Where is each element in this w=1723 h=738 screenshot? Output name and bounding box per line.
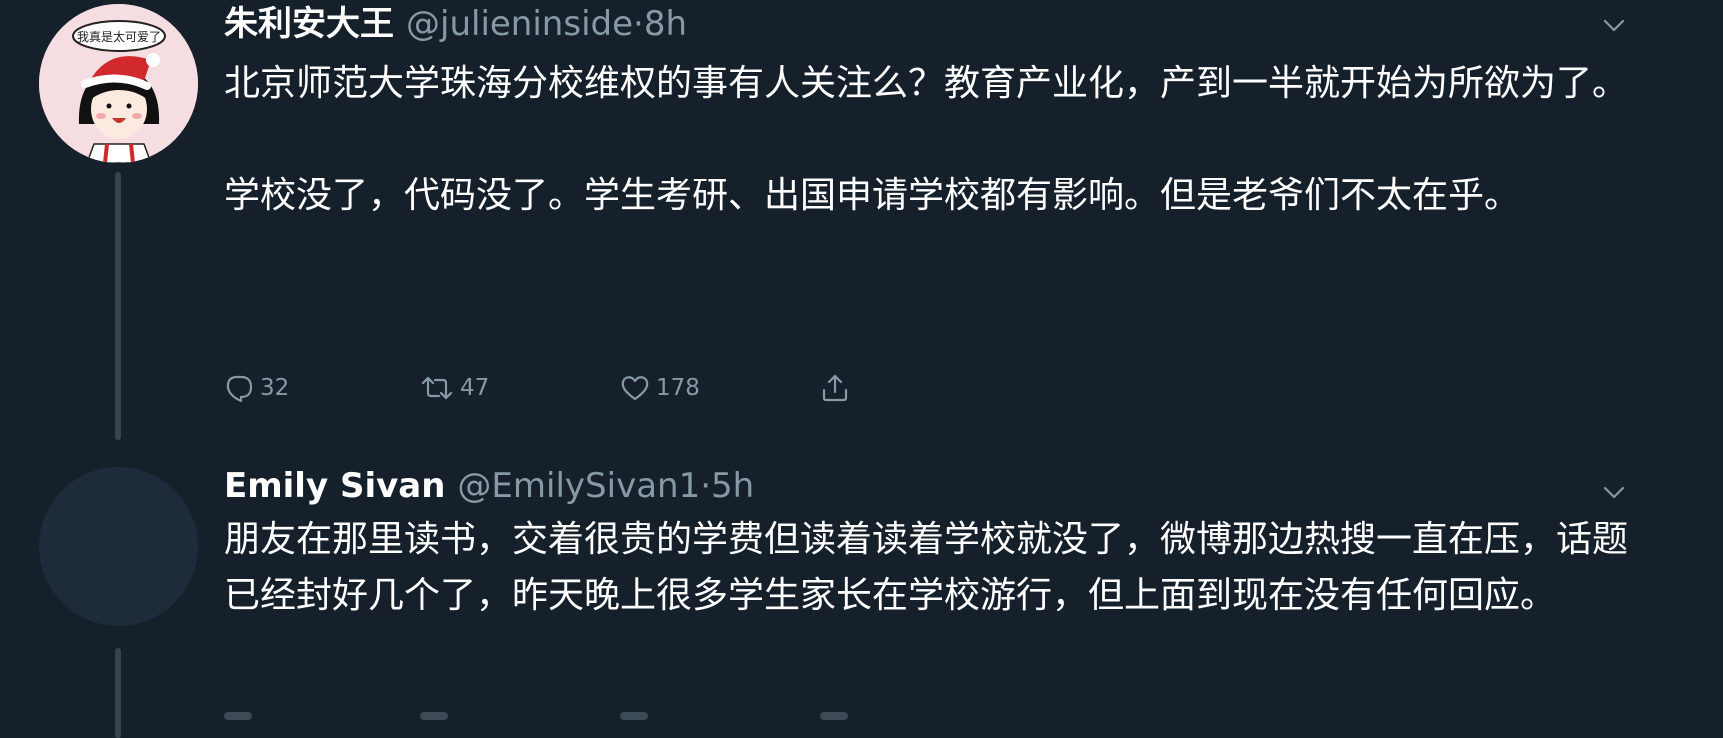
- thread-line: [115, 172, 121, 440]
- retweet-count: 47: [460, 375, 490, 401]
- tweet-header: Emily Sivan @EmilySivan1·5h: [224, 466, 754, 506]
- avatar-caption: 我真是太可爱了: [77, 29, 161, 44]
- user-handle[interactable]: @julieninside: [406, 4, 633, 44]
- tweet-actions-cutoff: [224, 712, 924, 720]
- tweet-paragraph: 学校没了，代码没了。学生考研、出国申请学校都有影响。但是老爷们不太在乎。: [224, 175, 1521, 216]
- retweet-icon[interactable]: [420, 712, 448, 720]
- like-icon: [621, 376, 649, 401]
- retweet-icon: [421, 376, 453, 400]
- chevron-down-icon[interactable]: [1603, 485, 1625, 499]
- display-name[interactable]: Emily Sivan: [224, 466, 445, 506]
- share-button[interactable]: [820, 368, 850, 408]
- tweet-paragraph: 朋友在那里读书，交着很贵的学费但读着读着学校就没了，微博那边热搜一直在压，话题已…: [224, 519, 1629, 616]
- reply-button[interactable]: 32: [224, 368, 289, 408]
- tweet-text: 朋友在那里读书，交着很贵的学费但读着读着学校就没了，微博那边热搜一直在压，话题已…: [224, 512, 1644, 624]
- tweet[interactable]: 我真是太可爱了 朱利安大王 @julieninside·8h 北京师范大学珠海分…: [0, 0, 1723, 460]
- like-icon[interactable]: [620, 712, 648, 720]
- avatar-illustration: 我真是太可爱了: [39, 4, 198, 163]
- timestamp[interactable]: 8h: [644, 4, 687, 44]
- thread-line: [115, 648, 121, 738]
- avatar[interactable]: [39, 467, 198, 626]
- tweet-header: 朱利安大王 @julieninside·8h: [224, 4, 687, 44]
- tweet-paragraph: 北京师范大学珠海分校维权的事有人关注么？教育产业化，产到一半就开始为所欲为了。: [224, 63, 1629, 104]
- retweet-button[interactable]: 47: [420, 368, 489, 408]
- user-handle[interactable]: @EmilySivan1: [457, 466, 700, 506]
- tweet-text: 北京师范大学珠海分校维权的事有人关注么？教育产业化，产到一半就开始为所欲为了。 …: [224, 56, 1644, 224]
- share-icon: [822, 374, 848, 402]
- timestamp[interactable]: 5h: [711, 466, 754, 506]
- reply-icon: [226, 375, 253, 403]
- reply-icon[interactable]: [224, 712, 252, 720]
- share-icon[interactable]: [820, 712, 848, 720]
- chevron-down-icon[interactable]: [1603, 18, 1625, 32]
- separator-dot: ·: [633, 4, 644, 44]
- avatar[interactable]: 我真是太可爱了: [39, 4, 198, 163]
- tweet[interactable]: Emily Sivan @EmilySivan1·5h 朋友在那里读书，交着很贵的…: [0, 460, 1723, 738]
- display-name[interactable]: 朱利安大王: [224, 4, 394, 44]
- like-count: 178: [656, 375, 700, 401]
- separator-dot: ·: [700, 466, 712, 506]
- reply-count: 32: [260, 375, 290, 401]
- like-button[interactable]: 178: [620, 368, 700, 408]
